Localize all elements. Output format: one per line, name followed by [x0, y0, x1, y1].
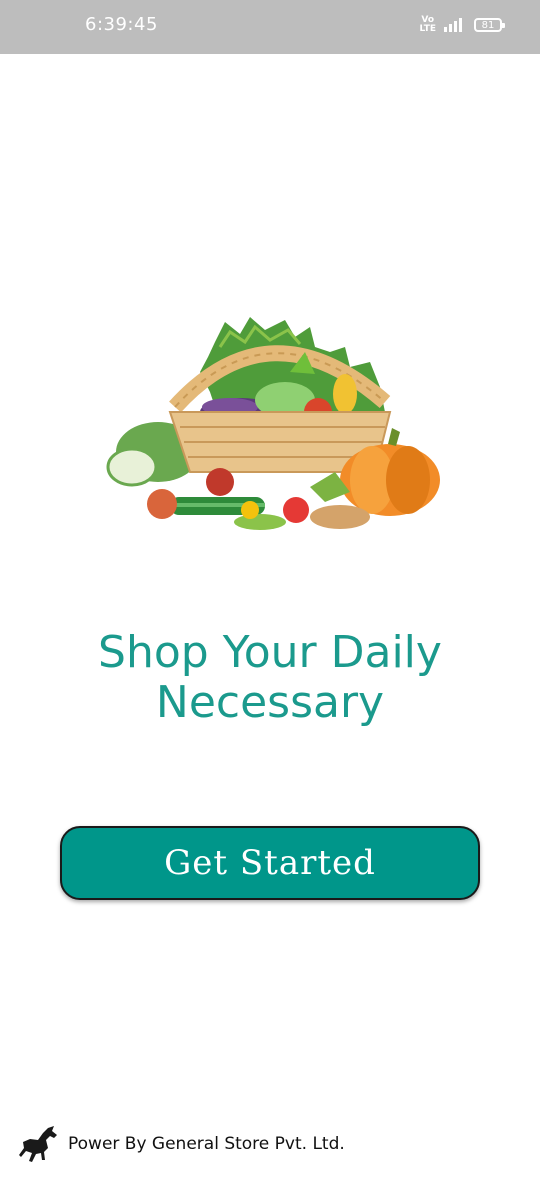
volte-icon: Vo LTE: [419, 15, 436, 34]
battery-icon: 81: [474, 18, 505, 32]
status-bar: 6:39:45 Vo LTE 81: [0, 0, 540, 54]
get-started-button[interactable]: Get Started: [60, 826, 480, 900]
footer: Power By General Store Pvt. Ltd.: [18, 1124, 345, 1164]
battery-level: 81: [481, 19, 495, 31]
footer-text: Power By General Store Pvt. Ltd.: [68, 1134, 345, 1154]
headline: Shop Your Daily Necessary: [0, 628, 540, 728]
get-started-label: Get Started: [164, 843, 376, 883]
status-time: 6:39:45: [85, 14, 158, 35]
headline-line-1: Shop Your Daily: [98, 627, 442, 678]
headline-line-2: Necessary: [155, 677, 385, 728]
vegetable-basket-illustration: [106, 317, 440, 530]
status-icons: Vo LTE 81: [419, 15, 505, 34]
horse-logo-icon: [19, 1126, 57, 1162]
signal-icon: [444, 18, 462, 32]
